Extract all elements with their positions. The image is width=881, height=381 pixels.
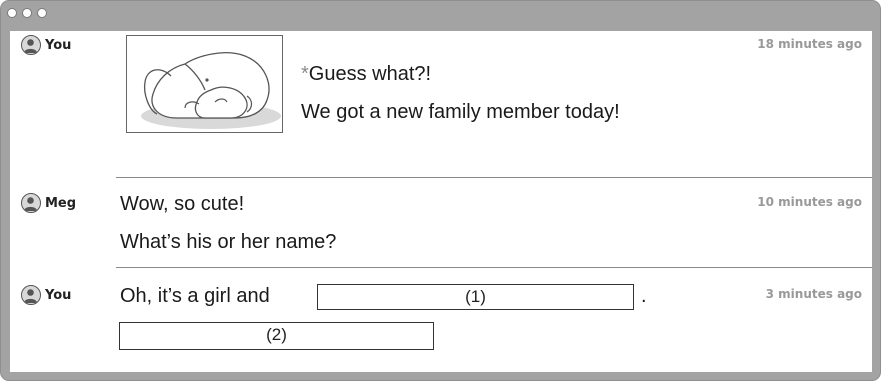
close-window-button[interactable] (7, 8, 17, 18)
sender-name: Meg (45, 195, 77, 211)
message-sender: Meg (21, 193, 76, 213)
asterisk-marker: * (301, 63, 309, 85)
chat-message: You Oh, it’s a girl and (1) . (2) 3 minu… (10, 284, 872, 365)
message-text: Oh, it’s a girl and (120, 285, 270, 307)
dog-photo-image[interactable] (126, 35, 283, 133)
message-sender: You (21, 285, 71, 305)
message-timestamp: 3 minutes ago (765, 287, 862, 301)
answer-blank-2[interactable]: (2) (119, 322, 434, 350)
sender-name: You (45, 287, 72, 303)
avatar-icon (21, 285, 41, 305)
chat-content: You *Guess what?! We got a new family me… (10, 31, 872, 372)
avatar-icon (21, 193, 41, 213)
message-divider (116, 177, 872, 178)
message-timestamp: 10 minutes ago (757, 195, 862, 209)
answer-blank-1[interactable]: (1) (317, 284, 634, 310)
zoom-window-button[interactable] (37, 8, 47, 18)
message-timestamp: 18 minutes ago (757, 37, 862, 51)
sentence-period: . (641, 285, 647, 307)
chat-message: Meg Wow, so cute! What’s his or her name… (10, 193, 872, 263)
message-sender: You (21, 35, 71, 55)
sleeping-dog-icon (141, 52, 281, 129)
message-text: Wow, so cute! (120, 193, 245, 215)
message-text: Guess what?! (308, 63, 432, 85)
minimize-window-button[interactable] (22, 8, 32, 18)
message-text: What’s his or her name? (120, 231, 337, 253)
message-divider (116, 267, 872, 268)
message-text: We got a new family member today! (301, 101, 620, 123)
message-text-line: *Guess what?! (301, 63, 431, 86)
avatar-icon (21, 35, 41, 55)
chat-message: You *Guess what?! We got a new family me… (10, 35, 872, 175)
window-controls (7, 8, 47, 18)
chat-window: You *Guess what?! We got a new family me… (0, 0, 881, 381)
sender-name: You (45, 37, 72, 53)
